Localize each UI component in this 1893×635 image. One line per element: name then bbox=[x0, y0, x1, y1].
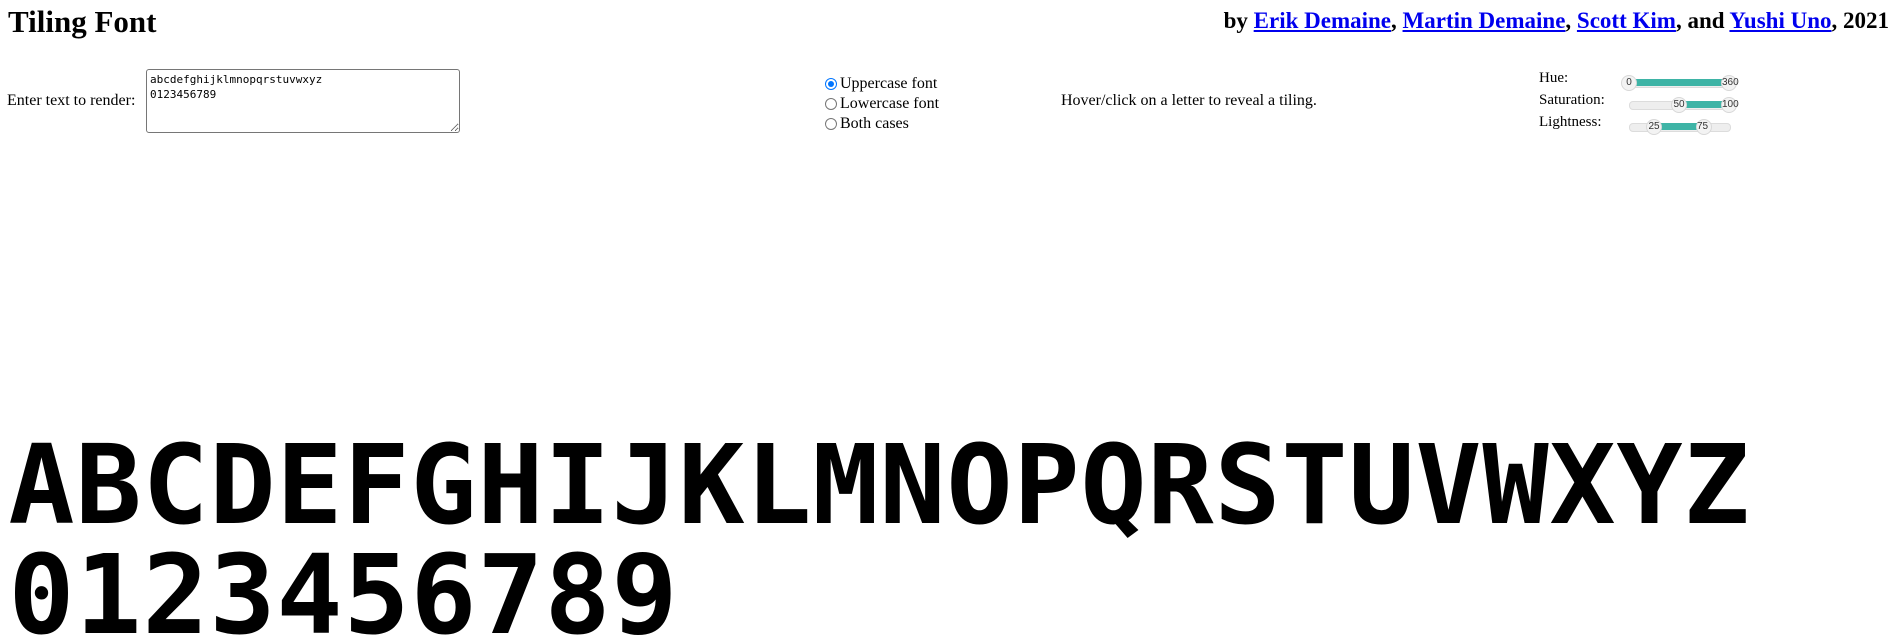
font-case-radio-group: Uppercase font Lowercase font Both cases bbox=[825, 74, 939, 134]
rendered-line-digits: 0123456789 bbox=[8, 540, 1750, 635]
rendered-glyph[interactable]: G bbox=[410, 430, 477, 540]
hue-min-handle[interactable]: 0 bbox=[1621, 75, 1637, 91]
hover-hint: Hover/click on a letter to reveal a tili… bbox=[1061, 92, 1317, 109]
rendered-glyph[interactable]: 5 bbox=[343, 540, 410, 635]
rendered-line-letters: ABCDEFGHIJKLMNOPQRSTUVWXYZ bbox=[8, 430, 1750, 540]
rendered-glyph[interactable]: V bbox=[1415, 430, 1482, 540]
radio-label: Both cases bbox=[840, 115, 909, 132]
rendered-glyph[interactable]: 9 bbox=[611, 540, 678, 635]
radio-button[interactable] bbox=[825, 118, 837, 130]
radio-lowercase[interactable]: Lowercase font bbox=[825, 94, 939, 114]
rendered-glyph[interactable]: Q bbox=[1080, 430, 1147, 540]
rendered-glyph[interactable]: 4 bbox=[276, 540, 343, 635]
rendered-text: ABCDEFGHIJKLMNOPQRSTUVWXYZ 0123456789 bbox=[8, 430, 1750, 635]
rendered-glyph[interactable]: Z bbox=[1683, 430, 1750, 540]
rendered-glyph[interactable]: 8 bbox=[544, 540, 611, 635]
saturation-slider-row: Saturation: 50 100 bbox=[1539, 92, 1879, 114]
rendered-glyph[interactable]: 3 bbox=[209, 540, 276, 635]
hue-max-handle[interactable]: 360 bbox=[1721, 75, 1739, 91]
rendered-glyph[interactable]: W bbox=[1482, 430, 1549, 540]
lightness-slider-row: Lightness: 25 75 bbox=[1539, 114, 1879, 136]
hue-range-fill bbox=[1629, 79, 1729, 86]
rendered-glyph[interactable]: P bbox=[1013, 430, 1080, 540]
radio-button[interactable] bbox=[825, 98, 837, 110]
hue-label: Hue: bbox=[1539, 70, 1569, 86]
radio-both-cases[interactable]: Both cases bbox=[825, 114, 939, 134]
text-input[interactable]: abcdefghijklmnopqrstuvwxyz 0123456789 bbox=[146, 69, 460, 133]
rendered-glyph[interactable]: J bbox=[611, 430, 678, 540]
saturation-label: Saturation: bbox=[1539, 92, 1605, 108]
rendered-glyph[interactable]: D bbox=[209, 430, 276, 540]
rendered-glyph[interactable]: N bbox=[879, 430, 946, 540]
rendered-glyph[interactable]: X bbox=[1549, 430, 1616, 540]
lightness-min-handle[interactable]: 25 bbox=[1646, 119, 1662, 135]
page: Tiling Font by Erik Demaine, Martin Dema… bbox=[0, 0, 1893, 635]
controls-bar: Enter text to render: abcdefghijklmnopqr… bbox=[0, 0, 1893, 140]
rendered-glyph[interactable]: Y bbox=[1616, 430, 1683, 540]
lightness-label: Lightness: bbox=[1539, 114, 1602, 130]
radio-button-checked[interactable] bbox=[825, 78, 837, 90]
hue-slider-row: Hue: 0 360 bbox=[1539, 70, 1879, 92]
radio-label: Lowercase font bbox=[840, 95, 940, 112]
rendered-glyph[interactable]: I bbox=[544, 430, 611, 540]
rendered-glyph[interactable]: O bbox=[946, 430, 1013, 540]
rendered-glyph[interactable]: L bbox=[745, 430, 812, 540]
rendered-glyph[interactable]: H bbox=[477, 430, 544, 540]
rendered-glyph[interactable]: S bbox=[1214, 430, 1281, 540]
rendered-glyph[interactable]: K bbox=[678, 430, 745, 540]
color-sliders: Hue: 0 360 Saturation: 50 100 Lightness:… bbox=[1539, 70, 1879, 136]
rendered-glyph[interactable]: R bbox=[1147, 430, 1214, 540]
rendered-glyph[interactable]: T bbox=[1281, 430, 1348, 540]
rendered-glyph[interactable]: M bbox=[812, 430, 879, 540]
rendered-glyph[interactable]: A bbox=[8, 430, 75, 540]
rendered-glyph[interactable]: 7 bbox=[477, 540, 544, 635]
radio-label: Uppercase font bbox=[840, 75, 938, 92]
saturation-max-handle[interactable]: 100 bbox=[1721, 97, 1739, 113]
rendered-glyph[interactable]: E bbox=[276, 430, 343, 540]
rendered-glyph[interactable]: U bbox=[1348, 430, 1415, 540]
rendered-glyph[interactable]: 6 bbox=[410, 540, 477, 635]
lightness-max-handle[interactable]: 75 bbox=[1696, 119, 1712, 135]
radio-uppercase[interactable]: Uppercase font bbox=[825, 74, 939, 94]
rendered-glyph[interactable]: 0 bbox=[8, 540, 75, 635]
saturation-min-handle[interactable]: 50 bbox=[1671, 97, 1687, 113]
text-input-label: Enter text to render: bbox=[7, 92, 136, 109]
rendered-glyph[interactable]: 1 bbox=[75, 540, 142, 635]
rendered-glyph[interactable]: B bbox=[75, 430, 142, 540]
rendered-glyph[interactable]: C bbox=[142, 430, 209, 540]
rendered-glyph[interactable]: F bbox=[343, 430, 410, 540]
rendered-glyph[interactable]: 2 bbox=[142, 540, 209, 635]
